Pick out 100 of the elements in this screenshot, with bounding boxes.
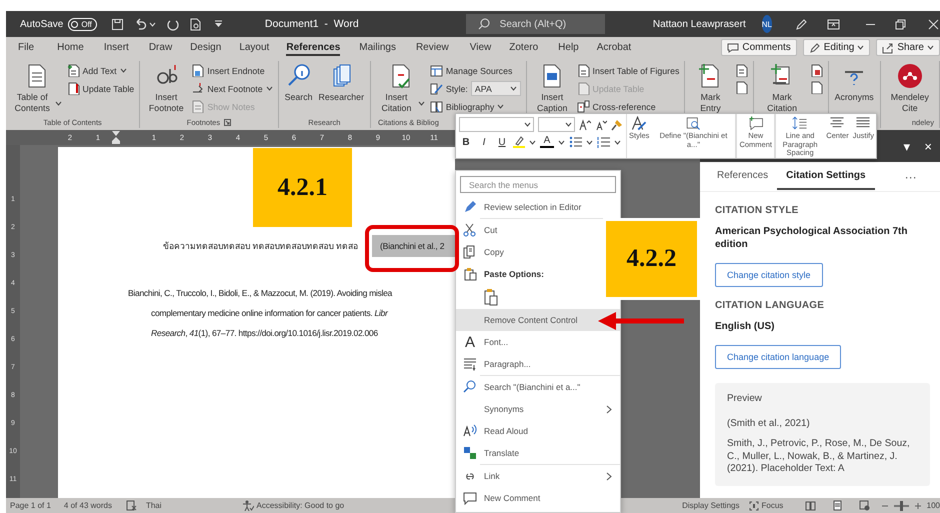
more-options-button[interactable]: ··· — [904, 170, 917, 184]
menu-tab[interactable]: Draw — [148, 39, 172, 56]
ribbon-button[interactable]: Insert Table of Figures — [576, 63, 680, 78]
shrink-font-icon[interactable] — [595, 118, 607, 130]
ribbon-button[interactable]: Acronyms — [834, 61, 875, 117]
menu-item[interactable]: Link — [456, 465, 620, 487]
document-icon[interactable] — [734, 64, 748, 77]
ribbon-button[interactable]: Mark Entry — [690, 61, 731, 117]
menu-item[interactable]: Read Aloud — [456, 420, 534, 442]
pane-tab[interactable]: Citation Settings — [777, 163, 875, 190]
style-dropdown[interactable]: APA — [470, 81, 521, 96]
dialog-launcher-icon[interactable] — [224, 119, 232, 126]
zoom-slider-thumb[interactable] — [900, 500, 904, 510]
web-layout-icon[interactable] — [859, 500, 870, 511]
document-icon[interactable] — [734, 81, 748, 94]
word-count[interactable]: 4 of 43 words — [64, 501, 112, 510]
zoom-level[interactable]: 100 — [926, 501, 940, 510]
highlighter-icon[interactable] — [513, 136, 525, 148]
ribbon-button[interactable]: Researcher — [318, 61, 366, 117]
menu-tab[interactable]: Acrobat — [596, 39, 632, 56]
ribbon-action-button[interactable]: Editing — [802, 39, 870, 56]
menu-tab[interactable]: References — [286, 39, 340, 56]
ribbon-button[interactable]: Table of Contents — [11, 61, 63, 117]
ribbon-button[interactable]: Search — [284, 61, 314, 117]
redo-icon[interactable] — [166, 18, 179, 30]
menu-tab[interactable]: Design — [190, 39, 222, 56]
pane-header-button[interactable]: × — [924, 138, 932, 154]
menu-item[interactable]: Paragraph... — [456, 353, 537, 375]
ribbon-action-button[interactable]: Share — [876, 39, 940, 56]
accessibility-icon[interactable] — [242, 500, 254, 511]
ribbon-button[interactable]: Next Footnote — [191, 81, 273, 96]
format-painter-icon[interactable] — [611, 118, 623, 130]
menu-tab[interactable]: Home — [57, 39, 84, 56]
undo-icon[interactable] — [134, 18, 147, 30]
ribbon-button[interactable]: Insert Endnote — [191, 63, 273, 78]
pane-tab[interactable]: References — [708, 163, 778, 190]
menu-tab[interactable]: Review — [416, 39, 449, 56]
format-button[interactable]: B — [459, 136, 473, 148]
menu-item[interactable]: New Comment — [456, 487, 546, 509]
menu-tab[interactable]: Help — [558, 39, 579, 56]
page-count[interactable]: Page 1 of 1 — [10, 501, 51, 510]
grow-font-icon[interactable] — [579, 118, 591, 130]
language-indicator[interactable]: Thai — [146, 501, 162, 510]
ribbon-action-button[interactable]: Comments — [721, 39, 797, 56]
citation-content-control[interactable]: (Bianchini et al., 2 — [372, 235, 455, 257]
restore-icon[interactable] — [894, 18, 907, 30]
menu-item[interactable]: Copy — [456, 241, 510, 263]
ribbon-button[interactable]: Cross-reference — [576, 99, 680, 114]
document-icon[interactable] — [810, 64, 823, 77]
accessibility-status[interactable]: Accessibility: Good to go — [256, 501, 344, 510]
menu-tab[interactable]: View — [470, 39, 492, 56]
save-icon[interactable] — [110, 18, 124, 30]
menu-item[interactable]: Cut — [456, 219, 504, 241]
ribbon-button[interactable]: Add Text — [66, 63, 134, 78]
print-preview-icon[interactable] — [188, 18, 202, 30]
autosave-toggle[interactable]: Off — [68, 18, 97, 30]
menu-item[interactable]: Synonyms — [456, 398, 620, 420]
font-name-field[interactable] — [459, 117, 534, 132]
search-field[interactable]: Search (Alt+Q) — [466, 14, 605, 34]
menu-tab[interactable]: Zotero — [509, 39, 538, 56]
ribbon-button[interactable]: Insert Footnote — [145, 61, 188, 117]
read-mode-icon[interactable] — [805, 500, 816, 511]
menu-item[interactable]: Review selection in Editor — [456, 196, 588, 218]
menu-item[interactable]: A Font... — [456, 331, 514, 353]
document-icon[interactable] — [810, 81, 823, 94]
menu-tab[interactable]: Layout — [239, 39, 270, 56]
numbering-icon[interactable] — [597, 136, 610, 148]
format-button[interactable]: U — [495, 136, 509, 148]
focus-button[interactable]: Focus — [761, 501, 784, 510]
pane-action-button[interactable]: Change citation style — [715, 263, 823, 287]
menu-item[interactable]: Search "(Bianchini et a..." — [456, 376, 586, 398]
pane-action-button[interactable]: Change citation language — [715, 345, 842, 369]
ribbon-button[interactable]: Manage Sources — [430, 63, 521, 78]
ribbon-button[interactable]: Mendeley Cite — [886, 61, 934, 117]
font-color-button[interactable]: A — [540, 136, 554, 148]
indent-marker-icon[interactable] — [112, 131, 120, 144]
ribbon-button[interactable]: Insert Citation — [376, 61, 426, 117]
paste-icon[interactable] — [484, 288, 498, 306]
close-icon[interactable] — [927, 18, 940, 30]
ribbon-button[interactable]: Update Table — [66, 81, 134, 96]
proofing-icon[interactable] — [126, 500, 137, 511]
zoom-out-icon[interactable] — [882, 502, 888, 508]
user-avatar[interactable]: NL — [762, 15, 772, 33]
display-settings-button[interactable]: Display Settings — [682, 501, 740, 510]
zoom-in-icon[interactable] — [914, 502, 921, 508]
menu-tab[interactable]: Insert — [104, 39, 129, 56]
focus-icon[interactable] — [749, 500, 760, 510]
pen-icon[interactable] — [794, 18, 807, 30]
font-size-field[interactable] — [538, 117, 575, 132]
pane-header-button[interactable]: ▾ — [903, 138, 910, 154]
print-layout-icon[interactable] — [832, 500, 844, 511]
menu-search-field[interactable]: Search the menus — [460, 176, 616, 193]
format-button[interactable]: I — [477, 136, 491, 148]
menu-tab[interactable]: Mailings — [359, 39, 396, 56]
menu-item[interactable]: Remove Content Control — [456, 309, 620, 331]
bullets-icon[interactable] — [569, 136, 582, 148]
menu-item[interactable]: Translate — [456, 442, 526, 464]
ribbon-display-icon[interactable] — [827, 18, 840, 30]
ribbon-button[interactable]: Bibliography — [430, 99, 521, 114]
menu-tab[interactable]: File — [18, 39, 34, 56]
